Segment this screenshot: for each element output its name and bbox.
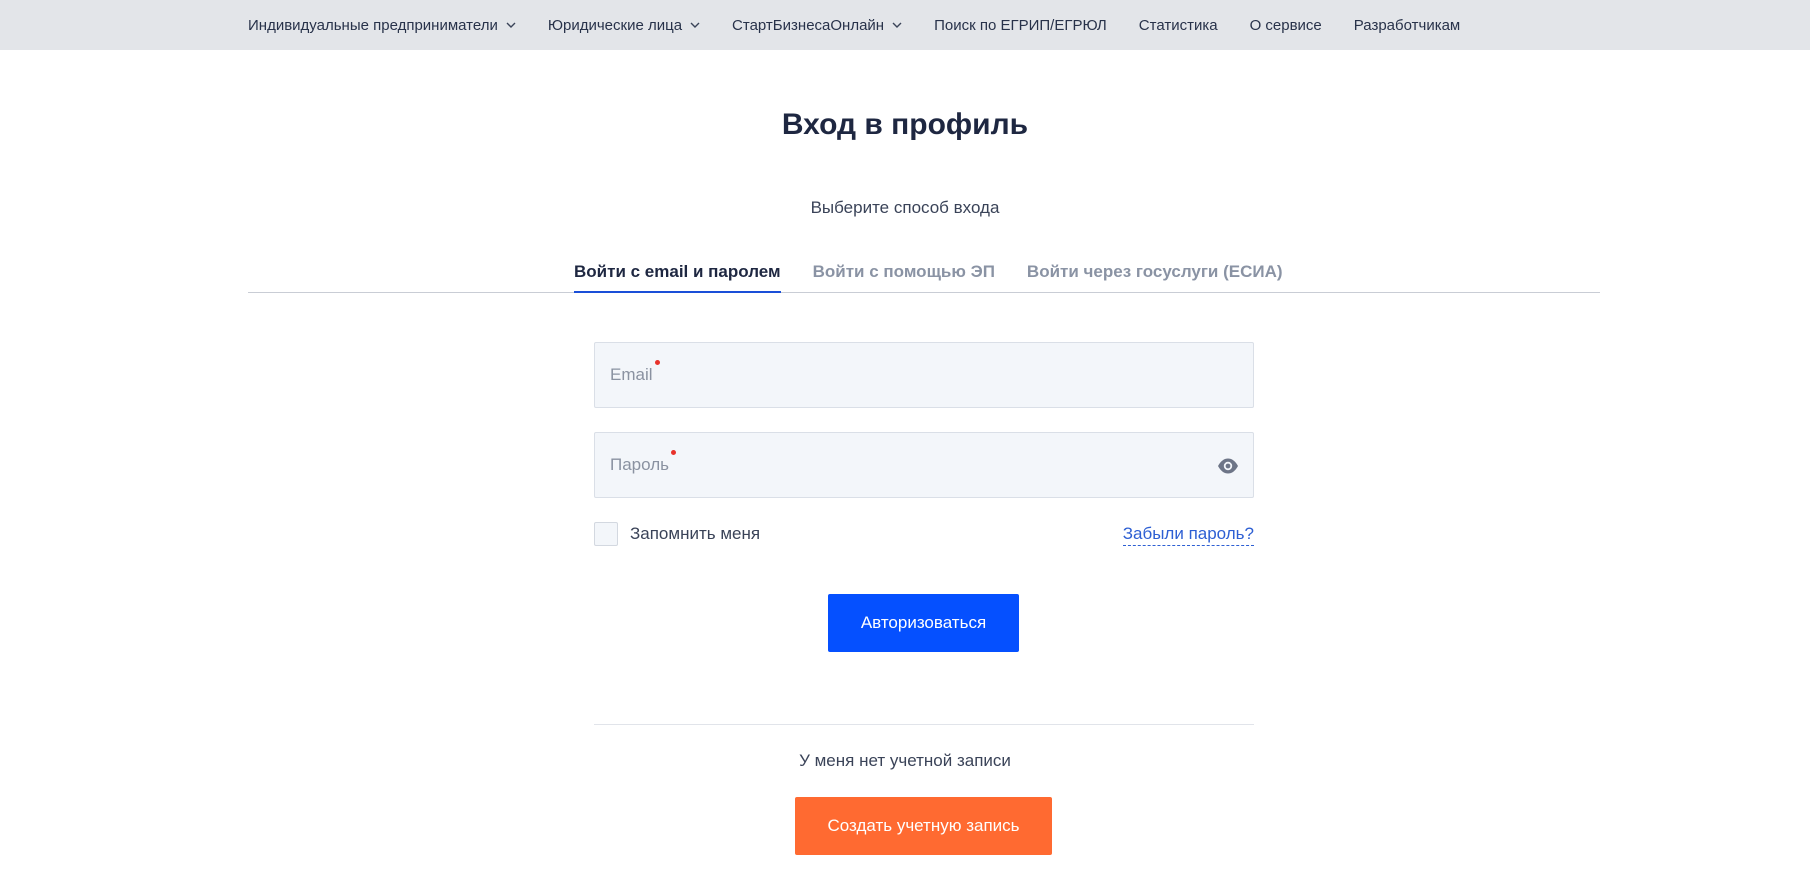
chevron-down-icon	[892, 20, 902, 30]
tab-email-password[interactable]: Войти с email и паролем	[574, 262, 781, 293]
nav-item-label: Разработчикам	[1353, 16, 1461, 34]
email-field[interactable]: Email	[594, 342, 1254, 408]
nav-item-statistics[interactable]: Статистика	[1139, 17, 1218, 34]
nav-item-developers[interactable]: Разработчикам	[1354, 17, 1460, 34]
nav-item-about[interactable]: О сервисе	[1250, 17, 1322, 34]
tab-digital-signature[interactable]: Войти с помощью ЭП	[813, 262, 995, 293]
forgot-password-link[interactable]: Забыли пароль?	[1122, 524, 1254, 546]
section-divider	[594, 724, 1254, 725]
chevron-down-icon	[690, 20, 700, 30]
nav-item-label: Юридические лица	[547, 16, 683, 34]
login-tabs: Войти с email и паролем Войти с помощью …	[574, 262, 1283, 293]
remember-me-label: Запомнить меня	[630, 524, 761, 543]
no-account-text: У меня нет учетной записи	[799, 751, 1011, 770]
email-input[interactable]	[595, 343, 1253, 407]
nav-item-registry-search[interactable]: Поиск по ЕГРИП/ЕГРЮЛ	[934, 17, 1107, 34]
nav-item-label: Статистика	[1138, 16, 1218, 34]
nav-item-label: СтартБизнесаОнлайн	[732, 16, 885, 34]
create-account-button[interactable]: Создать учетную запись	[795, 797, 1052, 855]
login-method-subtitle: Выберите способ входа	[810, 198, 1000, 217]
nav-item-label: О сервисе	[1249, 16, 1322, 34]
page-title: Вход в профиль	[781, 108, 1029, 141]
nav-item-label: Индивидуальные предприниматели	[248, 16, 498, 34]
eye-icon[interactable]	[1217, 457, 1239, 475]
nav-item-legal-entities[interactable]: Юридические лица	[548, 17, 700, 34]
top-nav: Индивидуальные предприниматели Юридическ…	[0, 0, 1810, 50]
nav-item-start-business-online[interactable]: СтартБизнесаОнлайн	[732, 17, 902, 34]
nav-item-individual-entrepreneurs[interactable]: Индивидуальные предприниматели	[248, 17, 516, 34]
login-button[interactable]: Авторизоваться	[828, 594, 1019, 652]
password-field[interactable]: Пароль	[594, 432, 1254, 498]
nav-items: Индивидуальные предприниматели Юридическ…	[248, 0, 1460, 50]
remember-me[interactable]: Запомнить меня	[594, 522, 760, 546]
password-input[interactable]	[595, 433, 1253, 497]
chevron-down-icon	[506, 20, 516, 30]
tab-gosuslugi[interactable]: Войти через госуслуги (ЕСИА)	[1027, 262, 1283, 293]
remember-me-checkbox[interactable]	[594, 522, 618, 546]
nav-item-label: Поиск по ЕГРИП/ЕГРЮЛ	[934, 16, 1107, 34]
